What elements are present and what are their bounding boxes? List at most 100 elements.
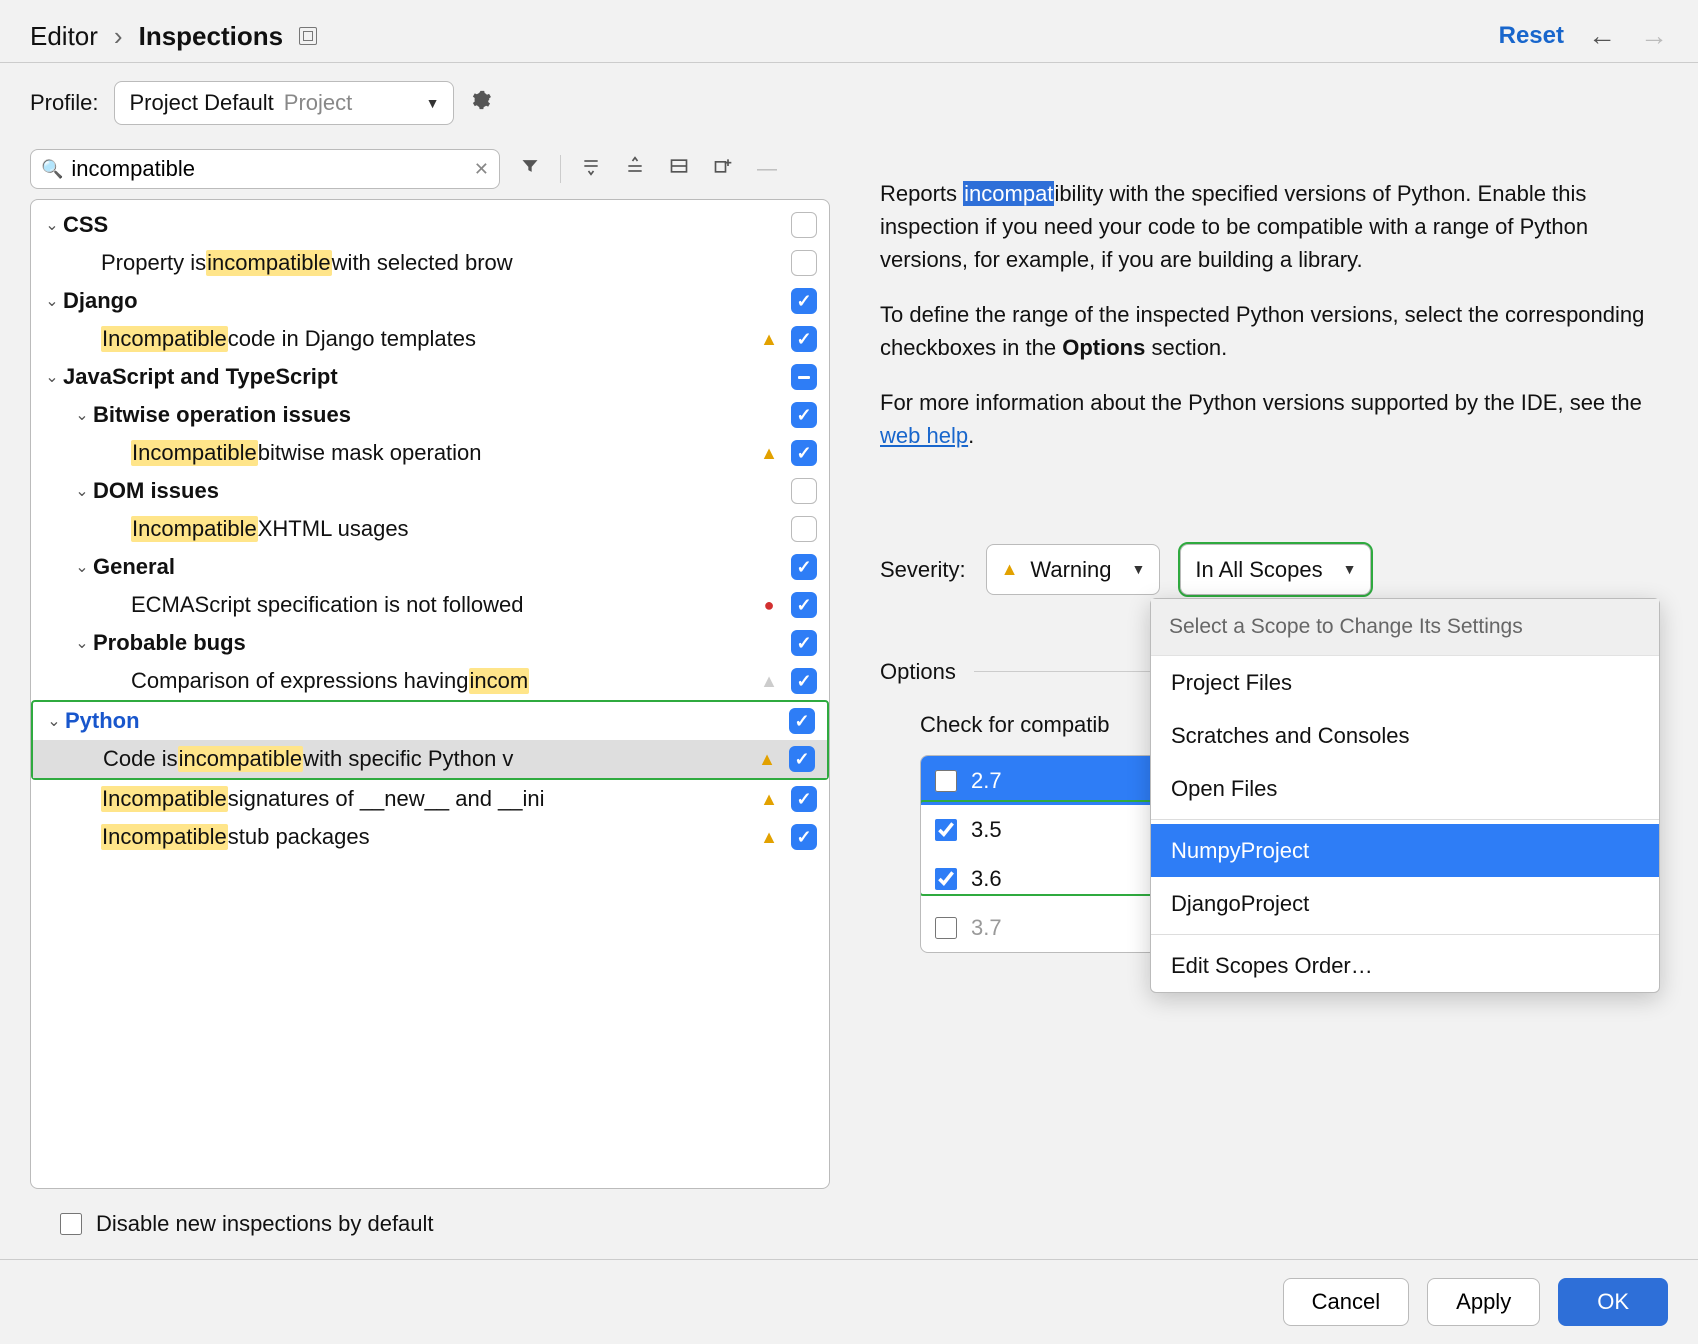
item-checkbox[interactable]	[791, 440, 817, 466]
warning-icon: ▲	[757, 329, 781, 350]
tree-subgroup-probable-bugs[interactable]: ⌄ Probable bugs	[31, 624, 829, 662]
warning-icon: ▲	[757, 443, 781, 464]
scope-item-djangoproject[interactable]: DjangoProject	[1151, 877, 1659, 930]
disable-new-inspections-checkbox[interactable]	[60, 1213, 82, 1235]
web-help-link[interactable]: web help	[880, 423, 968, 448]
disable-new-inspections-row: Disable new inspections by default	[30, 1189, 830, 1259]
scope-select[interactable]: In All Scopes ▼	[1180, 544, 1371, 595]
item-checkbox[interactable]	[791, 516, 817, 542]
subgroup-label: DOM issues	[93, 478, 757, 504]
group-checkbox[interactable]	[791, 554, 817, 580]
profile-select[interactable]: Project Default Project ▼	[114, 81, 454, 125]
version-checkbox[interactable]	[935, 917, 957, 939]
scope-item-edit-order[interactable]: Edit Scopes Order…	[1151, 939, 1659, 992]
apply-button[interactable]: Apply	[1427, 1278, 1540, 1326]
error-icon: ●	[757, 595, 781, 616]
popup-separator	[1151, 819, 1659, 820]
tree-item-django-incompat[interactable]: Incompatible code in Django templates ▲	[31, 320, 829, 358]
severity-select[interactable]: ▲ Warning ▼	[986, 544, 1161, 595]
item-checkbox[interactable]	[791, 786, 817, 812]
tree-item-css-property[interactable]: Property is incompatible with selected b…	[31, 244, 829, 282]
chevron-down-icon: ⌄	[41, 367, 63, 387]
tree-item-comparison[interactable]: Comparison of expressions having incom ▲	[31, 662, 829, 700]
version-row-27[interactable]: 2.7	[921, 756, 1179, 805]
tree-group-jsts[interactable]: ⌄ JavaScript and TypeScript	[31, 358, 829, 396]
item-label: Code is incompatible with specific Pytho…	[103, 746, 755, 772]
scope-item-numpyproject[interactable]: NumpyProject	[1151, 824, 1659, 877]
scope-popup-header: Select a Scope to Change Its Settings	[1151, 599, 1659, 656]
item-label: Incompatible signatures of __new__ and _…	[101, 786, 757, 812]
search-input-box[interactable]: 🔍 ✕	[30, 149, 500, 189]
tree-item-ecmascript[interactable]: ECMAScript specification is not followed…	[31, 586, 829, 624]
item-checkbox[interactable]	[791, 824, 817, 850]
back-arrow-icon[interactable]: ←	[1588, 20, 1616, 52]
chevron-down-icon: ⌄	[71, 633, 93, 653]
item-label: Incompatible code in Django templates	[101, 326, 757, 352]
caret-down-icon: ▼	[1132, 559, 1146, 580]
scope-item-project-files[interactable]: Project Files	[1151, 656, 1659, 709]
group-checkbox[interactable]	[791, 288, 817, 314]
item-checkbox[interactable]	[791, 592, 817, 618]
group-checkbox[interactable]	[791, 212, 817, 238]
expand-settings-icon[interactable]	[299, 27, 317, 45]
group-checkbox[interactable]	[789, 708, 815, 734]
severity-label: Severity:	[880, 553, 966, 586]
version-row-35[interactable]: 3.5	[921, 805, 1179, 854]
breadcrumb: Editor › Inspections	[30, 21, 317, 52]
version-checkbox[interactable]	[935, 868, 957, 890]
tree-group-css[interactable]: ⌄ CSS	[31, 206, 829, 244]
version-checkbox[interactable]	[935, 819, 957, 841]
version-label: 3.5	[971, 813, 1002, 846]
version-row-36[interactable]: 3.6	[921, 854, 1179, 903]
forward-arrow-icon: →	[1640, 20, 1668, 52]
item-checkbox[interactable]	[791, 326, 817, 352]
tree-subgroup-bitwise[interactable]: ⌄ Bitwise operation issues	[31, 396, 829, 434]
scope-value: In All Scopes	[1195, 553, 1322, 586]
tree-item-python-signatures[interactable]: Incompatible signatures of __new__ and _…	[31, 780, 829, 818]
add-icon[interactable]	[709, 156, 737, 182]
tree-subgroup-dom[interactable]: ⌄ DOM issues	[31, 472, 829, 510]
collapse-all-icon[interactable]	[621, 156, 649, 182]
gear-icon[interactable]	[470, 89, 492, 117]
tree-item-dom-xhtml[interactable]: Incompatible XHTML usages	[31, 510, 829, 548]
chevron-down-icon: ⌄	[41, 291, 63, 311]
version-row-37[interactable]: 3.7	[921, 903, 1179, 952]
tree-group-django[interactable]: ⌄ Django	[31, 282, 829, 320]
cancel-button[interactable]: Cancel	[1283, 1278, 1409, 1326]
chevron-down-icon: ⌄	[71, 405, 93, 425]
expand-all-icon[interactable]	[577, 156, 605, 182]
reset-button[interactable]: Reset	[1499, 22, 1564, 50]
profile-name: Project Default	[129, 90, 273, 116]
tree-item-bitwise-incompat[interactable]: Incompatible bitwise mask operation ▲	[31, 434, 829, 472]
ok-button[interactable]: OK	[1558, 1278, 1668, 1326]
caret-down-icon: ▼	[1343, 559, 1357, 580]
version-label: 2.7	[971, 764, 1002, 797]
tree-item-python-code-incompat[interactable]: Code is incompatible with specific Pytho…	[33, 740, 827, 778]
severity-value: Warning	[1030, 553, 1111, 586]
warning-icon: ▲	[757, 671, 781, 692]
version-label: 3.6	[971, 862, 1002, 895]
tree-group-python[interactable]: ⌄ Python	[33, 702, 827, 740]
tree-subgroup-general[interactable]: ⌄ General	[31, 548, 829, 586]
remove-icon[interactable]: —	[753, 158, 781, 181]
filter-icon[interactable]	[516, 156, 544, 182]
highlighted-text: incompat	[963, 181, 1054, 206]
group-checkbox[interactable]	[791, 402, 817, 428]
dialog-button-bar: Cancel Apply OK	[0, 1259, 1698, 1344]
group-checkbox[interactable]	[791, 364, 817, 390]
version-checkbox[interactable]	[935, 770, 957, 792]
tree-item-python-stub[interactable]: Incompatible stub packages ▲	[31, 818, 829, 856]
item-label: Incompatible bitwise mask operation	[131, 440, 757, 466]
item-checkbox[interactable]	[791, 668, 817, 694]
group-checkbox[interactable]	[791, 478, 817, 504]
search-input[interactable]	[71, 156, 465, 182]
toggle-icon[interactable]	[665, 156, 693, 182]
scope-item-scratches[interactable]: Scratches and Consoles	[1151, 709, 1659, 762]
item-checkbox[interactable]	[791, 250, 817, 276]
item-checkbox[interactable]	[789, 746, 815, 772]
group-checkbox[interactable]	[791, 630, 817, 656]
header-row: Editor › Inspections Reset ← →	[0, 0, 1698, 62]
clear-search-icon[interactable]: ✕	[474, 159, 489, 180]
scope-item-open-files[interactable]: Open Files	[1151, 762, 1659, 815]
breadcrumb-parent[interactable]: Editor	[30, 21, 98, 52]
